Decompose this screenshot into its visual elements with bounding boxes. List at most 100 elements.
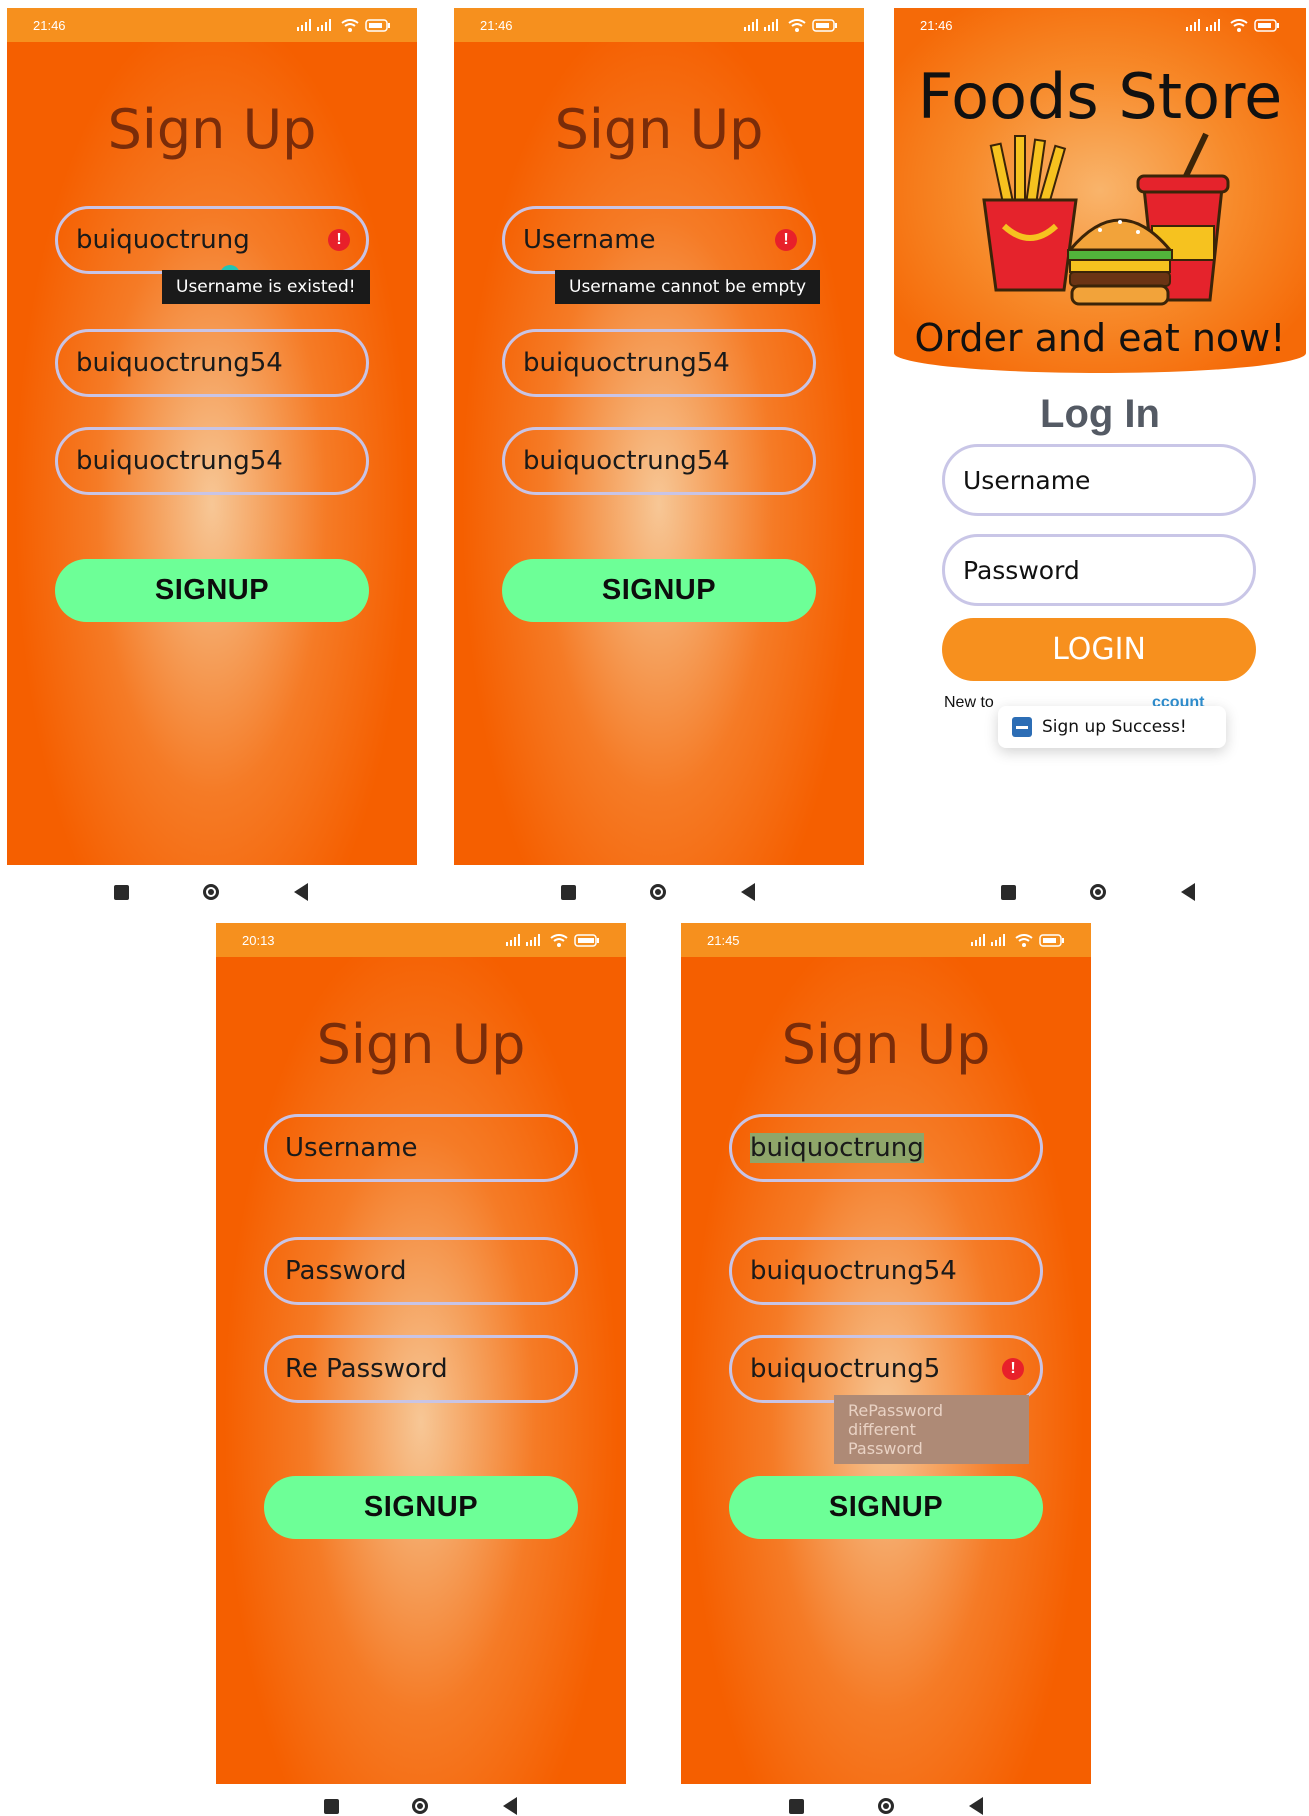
error-tooltip: RePassword different Password bbox=[834, 1395, 1029, 1464]
screen-login: 21:46 Foods Store Order and eat now! Log… bbox=[894, 8, 1306, 865]
nav-back-icon[interactable] bbox=[741, 883, 755, 901]
nav-back-icon[interactable] bbox=[294, 883, 308, 901]
wifi-icon bbox=[788, 18, 806, 32]
signal-icon bbox=[971, 934, 1005, 946]
repassword-field[interactable]: buiquoctrung5 ! bbox=[729, 1335, 1043, 1403]
password-value: buiquoctrung54 bbox=[76, 348, 283, 378]
wifi-icon bbox=[550, 933, 568, 947]
nav-recents-icon[interactable] bbox=[324, 1799, 339, 1814]
error-icon: ! bbox=[1002, 1358, 1024, 1380]
nav-home-icon[interactable] bbox=[878, 1798, 894, 1814]
signup-prompt: New to ccount bbox=[944, 694, 1204, 712]
status-bar: 21:46 bbox=[7, 8, 417, 42]
nav-back-icon[interactable] bbox=[1181, 883, 1195, 901]
username-input[interactable]: Username bbox=[942, 444, 1256, 516]
food-illustration bbox=[982, 132, 1230, 306]
username-placeholder: Username bbox=[963, 465, 1091, 495]
username-field[interactable]: buiquoctrung ! bbox=[55, 206, 369, 274]
app-icon bbox=[1012, 717, 1032, 737]
repassword-field[interactable]: buiquoctrung54 bbox=[502, 427, 816, 495]
screen-signup-username-empty: 21:46 Sign Up Username ! Username cannot… bbox=[454, 8, 864, 865]
repassword-placeholder: Re Password bbox=[285, 1354, 448, 1384]
password-value: buiquoctrung54 bbox=[523, 348, 730, 378]
battery-icon bbox=[812, 18, 837, 32]
nav-recents-icon[interactable] bbox=[1001, 885, 1016, 900]
login-button[interactable]: LOGIN bbox=[942, 618, 1256, 681]
nav-back-icon[interactable] bbox=[969, 1797, 983, 1815]
nav-recents-icon[interactable] bbox=[561, 885, 576, 900]
password-value: buiquoctrung54 bbox=[750, 1256, 957, 1286]
error-icon: ! bbox=[775, 229, 797, 251]
status-icons bbox=[295, 18, 391, 32]
password-field[interactable]: buiquoctrung54 bbox=[729, 1237, 1043, 1305]
error-icon: ! bbox=[328, 229, 350, 251]
nav-home-icon[interactable] bbox=[412, 1798, 428, 1814]
nav-recents-icon[interactable] bbox=[789, 1799, 804, 1814]
login-heading: Log In bbox=[1040, 392, 1160, 436]
status-time: 20:13 bbox=[242, 932, 275, 948]
wifi-icon bbox=[341, 18, 359, 32]
signup-prompt-text: New to bbox=[944, 694, 994, 711]
status-bar: 21:46 bbox=[454, 8, 864, 42]
tagline: Order and eat now! bbox=[914, 316, 1286, 360]
screen-signup-password-mismatch: 21:45 Sign Up buiquoctrung buiquoctrung5… bbox=[681, 923, 1091, 1784]
signal-icon bbox=[1186, 19, 1220, 31]
error-tooltip: Username cannot be empty bbox=[555, 270, 821, 304]
password-field[interactable]: buiquoctrung54 bbox=[502, 329, 816, 397]
nav-home-icon[interactable] bbox=[203, 884, 219, 900]
repassword-field[interactable]: buiquoctrung54 bbox=[55, 427, 369, 495]
status-time: 21:46 bbox=[920, 17, 953, 33]
status-icons bbox=[742, 18, 838, 32]
nav-back-icon[interactable] bbox=[503, 1797, 517, 1815]
status-time: 21:45 bbox=[707, 932, 740, 948]
password-field[interactable]: buiquoctrung54 bbox=[55, 329, 369, 397]
password-field[interactable]: Password bbox=[264, 1237, 578, 1305]
battery-icon bbox=[574, 933, 599, 947]
signup-button[interactable]: SIGNUP bbox=[55, 559, 369, 622]
repassword-value: buiquoctrung54 bbox=[523, 446, 730, 476]
toast-notification: Sign up Success! bbox=[998, 706, 1226, 748]
store-title: Foods Store bbox=[917, 60, 1283, 133]
signal-icon bbox=[744, 19, 778, 31]
repassword-value: buiquoctrung54 bbox=[76, 446, 283, 476]
wifi-icon bbox=[1015, 933, 1033, 947]
status-icons bbox=[969, 933, 1065, 947]
login-header: 21:46 Foods Store Order and eat now! bbox=[894, 8, 1306, 373]
page-title: Sign Up bbox=[316, 1013, 526, 1076]
status-bar: 21:46 bbox=[894, 8, 1306, 42]
nav-home-icon[interactable] bbox=[1090, 884, 1106, 900]
status-bar: 21:45 bbox=[681, 923, 1091, 957]
username-placeholder: Username bbox=[285, 1133, 418, 1163]
nav-recents-icon[interactable] bbox=[114, 885, 129, 900]
signal-icon bbox=[506, 934, 540, 946]
signup-button[interactable]: SIGNUP bbox=[729, 1476, 1043, 1539]
signal-icon bbox=[297, 19, 331, 31]
repassword-value: buiquoctrung5 bbox=[750, 1354, 941, 1384]
status-icons bbox=[504, 933, 600, 947]
repassword-field[interactable]: Re Password bbox=[264, 1335, 578, 1403]
page-title: Sign Up bbox=[781, 1013, 991, 1076]
battery-icon bbox=[1254, 18, 1279, 32]
signup-button[interactable]: SIGNUP bbox=[502, 559, 816, 622]
status-time: 21:46 bbox=[33, 17, 66, 33]
screen-signup-empty: 20:13 Sign Up Username Password Re Passw… bbox=[216, 923, 626, 1784]
error-tooltip: Username is existed! bbox=[162, 270, 370, 304]
signup-button[interactable]: SIGNUP bbox=[264, 1476, 578, 1539]
status-time: 21:46 bbox=[480, 17, 513, 33]
password-placeholder: Password bbox=[285, 1256, 407, 1286]
username-field[interactable]: buiquoctrung bbox=[729, 1114, 1043, 1182]
password-placeholder: Password bbox=[963, 555, 1080, 585]
status-bar: 20:13 bbox=[216, 923, 626, 957]
status-icons bbox=[1184, 18, 1280, 32]
screen-signup-username-exists: 21:46 Sign Up buiquoctrung ! Username is… bbox=[7, 8, 417, 865]
username-field[interactable]: Username ! bbox=[502, 206, 816, 274]
battery-icon bbox=[365, 18, 390, 32]
username-field[interactable]: Username bbox=[264, 1114, 578, 1182]
page-title: Sign Up bbox=[107, 98, 317, 161]
nav-home-icon[interactable] bbox=[650, 884, 666, 900]
battery-icon bbox=[1039, 933, 1064, 947]
username-value: buiquoctrung bbox=[76, 225, 250, 255]
fries-icon bbox=[982, 135, 1078, 292]
error-tooltip-line1: RePassword different bbox=[848, 1401, 943, 1439]
password-input[interactable]: Password bbox=[942, 534, 1256, 606]
